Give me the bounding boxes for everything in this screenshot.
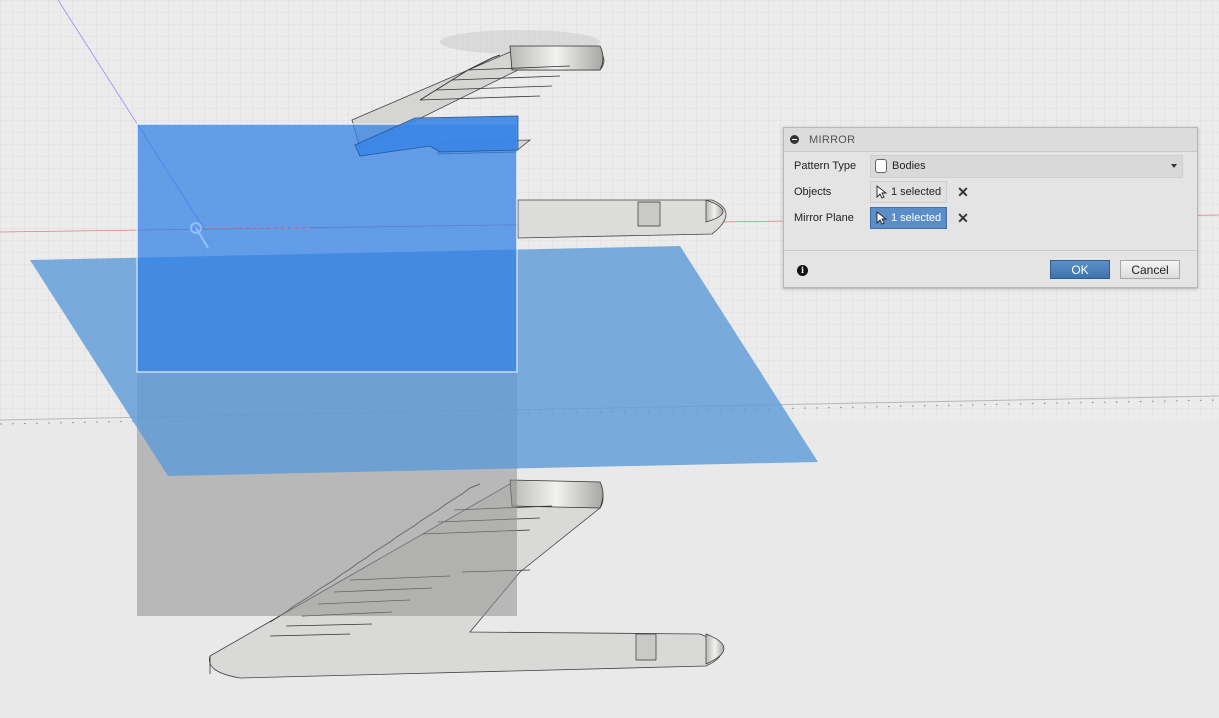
cancel-button[interactable]: Cancel <box>1120 260 1180 279</box>
pattern-type-row: Pattern Type Bodies <box>784 154 1197 178</box>
pattern-type-label: Pattern Type <box>794 160 857 172</box>
objects-row: Objects 1 selected ✕ <box>784 180 1197 204</box>
objects-label: Objects <box>794 186 832 198</box>
dialog-title: MIRROR <box>809 133 856 146</box>
mirror-dialog: MIRROR Pattern Type Bodies Objects 1 sel… <box>783 127 1198 288</box>
pattern-type-select[interactable]: Bodies <box>870 154 1183 178</box>
cursor-icon <box>876 211 888 225</box>
3d-viewport[interactable] <box>0 0 1219 718</box>
selected-object[interactable] <box>136 115 519 373</box>
mirror-plane-row: Mirror Plane 1 selected ✕ <box>784 206 1197 230</box>
chevron-down-icon[interactable] <box>1171 163 1177 168</box>
ok-button[interactable]: OK <box>1050 260 1110 279</box>
objects-selection-button[interactable]: 1 selected <box>870 181 947 203</box>
mirror-plane-selection-button[interactable]: 1 selected <box>870 207 947 229</box>
info-icon[interactable]: i <box>797 265 808 276</box>
objects-selection-value: 1 selected <box>891 186 942 198</box>
mirror-plane-selection-value: 1 selected <box>891 212 942 224</box>
body-icon <box>875 159 887 173</box>
dialog-header: MIRROR <box>784 128 1197 152</box>
clear-objects-icon[interactable]: ✕ <box>957 185 969 199</box>
dialog-footer: i OK Cancel <box>784 250 1197 287</box>
cursor-icon <box>876 185 888 199</box>
mirror-plane-label: Mirror Plane <box>794 212 854 224</box>
pattern-type-value: Bodies <box>892 160 926 172</box>
collapse-icon[interactable] <box>790 135 799 144</box>
clear-mirror-plane-icon[interactable]: ✕ <box>957 211 969 225</box>
